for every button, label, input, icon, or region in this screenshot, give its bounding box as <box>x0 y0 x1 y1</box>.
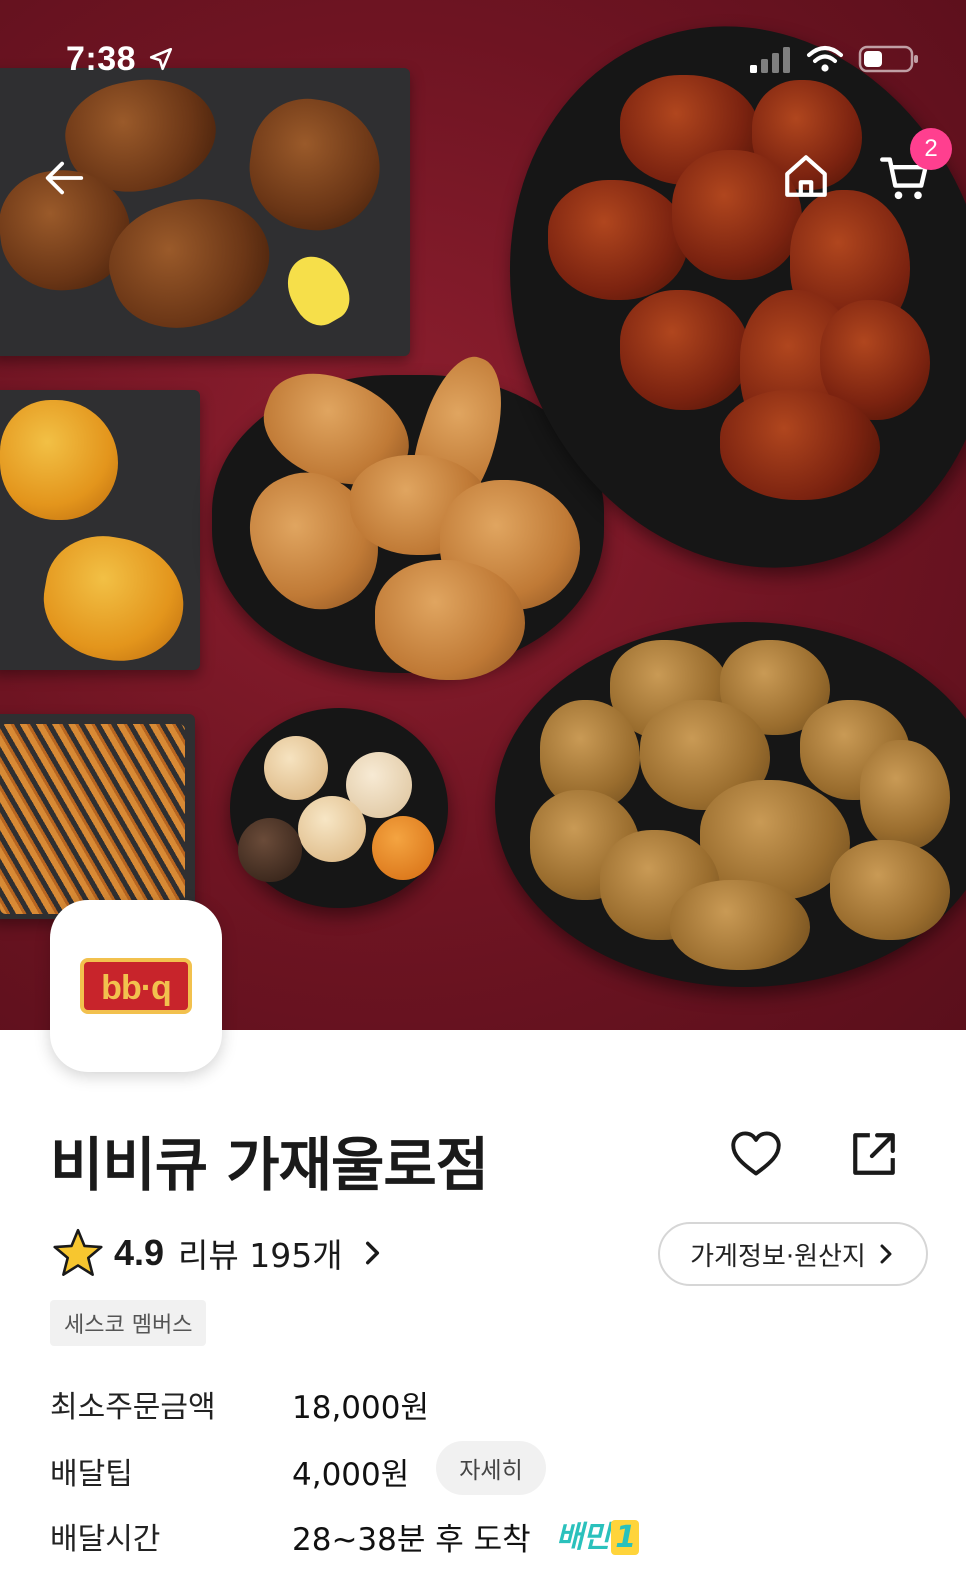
fried-chicken-piece <box>375 560 525 680</box>
home-icon <box>785 155 827 197</box>
star-icon <box>53 1228 103 1276</box>
back-button[interactable] <box>36 150 92 206</box>
cellular-signal-icon <box>750 47 790 73</box>
store-name: 비비큐 가재울로점 <box>50 1131 489 1199</box>
rating-value: 4.9 <box>114 1232 165 1273</box>
french-fries <box>0 724 185 914</box>
cheese-ball <box>264 736 328 800</box>
delivery-tip-value: 4,000원 <box>292 1457 410 1493</box>
favorite-button[interactable] <box>728 1126 784 1182</box>
store-info-origin-button[interactable]: 가게정보·원산지 <box>658 1222 928 1286</box>
cart-count-badge: 2 <box>910 128 952 170</box>
share-button[interactable] <box>846 1126 902 1182</box>
wifi-icon <box>807 46 843 72</box>
baemin1-badge: 배민 1 <box>556 1512 640 1556</box>
home-button[interactable] <box>778 148 834 204</box>
cheese-ball <box>372 816 434 880</box>
delivery-tip-detail-button[interactable]: 자세히 <box>436 1441 546 1495</box>
cesco-member-tag: 세스코 멤버스 <box>50 1300 207 1346</box>
herb-chicken-piece <box>860 740 950 850</box>
chevron-right-icon <box>365 1241 379 1265</box>
min-order-label: 최소주문금액 <box>50 1390 216 1425</box>
cheese-chicken-piece <box>0 400 118 520</box>
status-icons <box>748 44 920 74</box>
review-count-link[interactable]: 리뷰 195개 <box>178 1229 343 1277</box>
status-time: 7:38 <box>66 40 174 79</box>
cheese-ball <box>238 818 302 882</box>
cart-button[interactable]: 2 <box>876 128 952 206</box>
delivery-time-label: 배달시간 <box>50 1522 161 1557</box>
store-hero-image: 7:38 2 <box>0 0 966 1030</box>
svg-text:bb·q: bb·q <box>101 969 171 1007</box>
chevron-right-icon <box>880 1244 892 1264</box>
delivery-time-value: 28~38분 후 도착 <box>292 1522 531 1558</box>
baemin-text: 배민 <box>556 1520 610 1555</box>
rating-review-row[interactable]: 4.9 리뷰 195개 <box>52 1228 385 1278</box>
glazed-chicken-piece <box>620 290 750 410</box>
store-logo: bb·q <box>50 900 222 1072</box>
cheese-ball <box>298 796 366 862</box>
herb-chicken-piece <box>670 880 810 970</box>
location-arrow-icon <box>149 47 173 71</box>
arrow-left-icon <box>45 161 84 195</box>
bbq-logo: bb·q <box>80 958 192 1014</box>
battery-icon <box>858 45 918 73</box>
glazed-chicken-piece <box>720 390 880 500</box>
min-order-value: 18,000원 <box>292 1390 429 1426</box>
herb-chicken-piece <box>830 840 950 940</box>
store-info-origin-label: 가게정보·원산지 <box>690 1241 866 1272</box>
delivery-tip-label: 배달팁 <box>50 1457 133 1492</box>
share-icon <box>853 1133 895 1175</box>
heart-outline-icon <box>731 1131 781 1176</box>
baemin-one-mark: 1 <box>611 1520 640 1555</box>
glazed-chicken-piece <box>548 180 688 300</box>
